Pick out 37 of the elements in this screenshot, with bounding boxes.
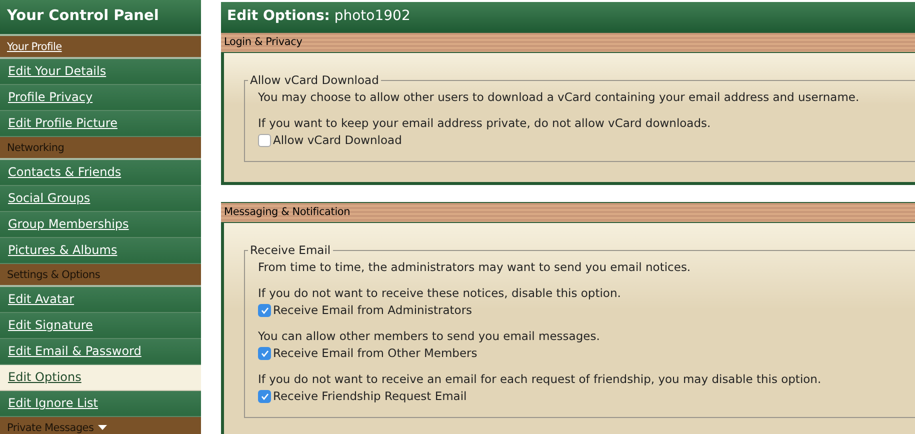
sidebar-item[interactable]: Pictures & Albums xyxy=(0,238,201,264)
sidebar-item[interactable]: Social Groups xyxy=(0,186,201,212)
sidebar-item[interactable]: Edit Signature xyxy=(0,313,201,339)
page-title: Edit Options: photo1902 xyxy=(221,2,915,32)
sidebar-item[interactable]: Group Memberships xyxy=(0,212,201,238)
panel-header: Login & Privacy xyxy=(221,32,915,53)
section-title: Private Messages xyxy=(7,422,94,434)
section-title: Your Profile xyxy=(7,40,62,52)
group-legend: Allow vCard Download xyxy=(248,73,381,87)
sidebar-item[interactable]: Edit Avatar xyxy=(0,287,201,313)
check-icon xyxy=(260,392,268,400)
option-description: If you do not want to receive these notices, disable this option. xyxy=(258,286,622,300)
option-description: You may choose to allow other users to download a vCard containing your email address and username. xyxy=(258,90,860,104)
sidebar-title: Your Control Panel xyxy=(0,0,201,36)
section-title: Networking xyxy=(7,142,64,154)
checkbox[interactable] xyxy=(258,134,271,146)
check-icon xyxy=(260,306,268,314)
section-header[interactable]: Your Profile xyxy=(0,36,201,59)
option-description: You can allow other members to send you email messages. xyxy=(258,329,601,343)
check-icon xyxy=(260,350,268,356)
sidebar-item[interactable]: Profile Privacy xyxy=(0,85,201,111)
checkbox[interactable] xyxy=(258,346,271,360)
sidebar-item[interactable]: Edit Profile Picture xyxy=(0,111,201,137)
sidebar-item[interactable]: Edit Email & Password xyxy=(0,339,201,365)
sidebar-item[interactable]: Edit Your Details xyxy=(0,59,201,85)
checkbox[interactable] xyxy=(258,390,271,402)
section-title: Settings & Options xyxy=(7,268,100,280)
group-legend: Receive Email xyxy=(248,243,333,257)
option-description: If you do not want to receive an email for each request of friendship, you may disable this option. xyxy=(258,372,822,386)
sidebar-item[interactable]: Edit Options xyxy=(0,365,201,391)
panel-header: Messaging & Notification xyxy=(221,202,915,223)
checkbox[interactable] xyxy=(258,304,271,316)
sidebar-item[interactable]: Edit Ignore List xyxy=(0,391,201,417)
caret-icon xyxy=(98,425,107,430)
option-description: From time to time, the administrators may want to send you email notices. xyxy=(258,260,692,274)
sidebar-item[interactable]: Contacts & Friends xyxy=(0,160,201,186)
option-description: If you want to keep your email address private, do not allow vCard downloads. xyxy=(258,116,712,130)
